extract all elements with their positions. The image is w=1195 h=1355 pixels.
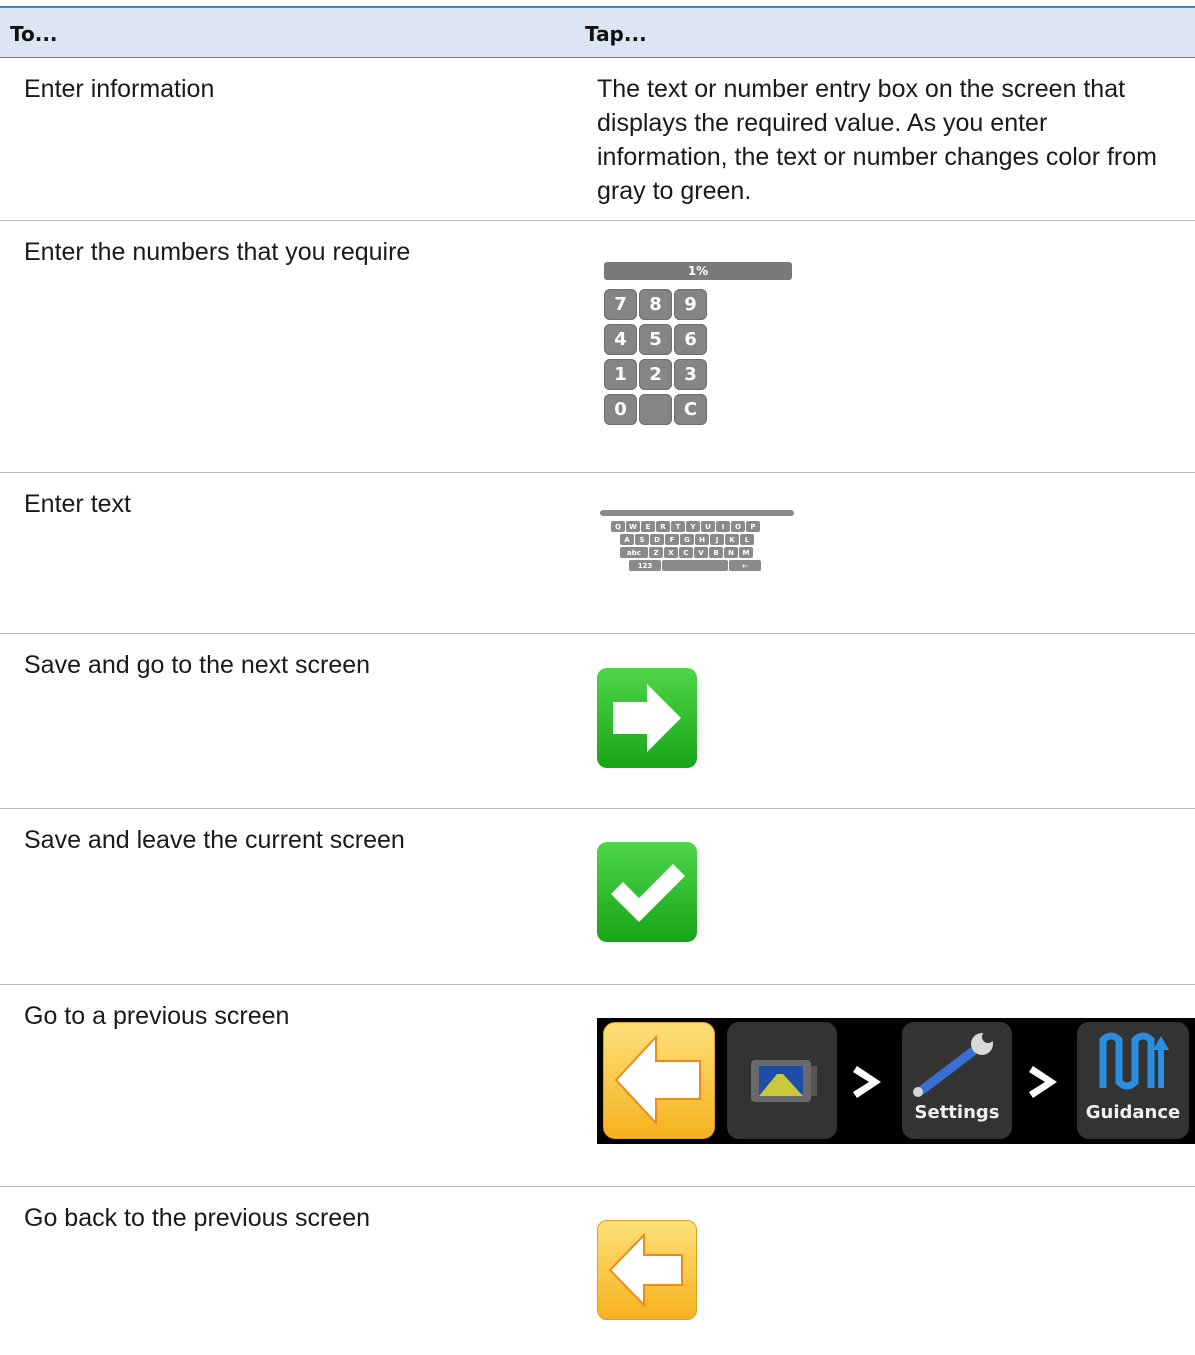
key-i[interactable]: I xyxy=(716,521,730,532)
header-to: To... xyxy=(10,22,58,46)
display-device-icon xyxy=(751,1060,817,1102)
table-row: Enter text xyxy=(0,473,1195,634)
key-k[interactable]: K xyxy=(725,534,739,545)
table-row: Enter information The text or number ent… xyxy=(0,58,1195,221)
key-y[interactable]: Y xyxy=(686,521,700,532)
key-6[interactable]: 6 xyxy=(674,324,707,355)
green-checkmark-icon xyxy=(611,864,685,922)
key-2[interactable]: 2 xyxy=(639,359,672,390)
keyboard-row-4: 123 ← xyxy=(629,560,796,571)
key-5[interactable]: 5 xyxy=(639,324,672,355)
key-b[interactable]: B xyxy=(709,547,723,558)
keypad-grid: 7 8 9 4 5 6 1 2 3 0 C xyxy=(604,289,794,425)
keyboard-row-1: Q W E R T Y U I O P xyxy=(611,521,796,532)
key-m[interactable]: M xyxy=(739,547,753,558)
key-abc[interactable]: abc xyxy=(620,547,648,558)
key-o[interactable]: O xyxy=(731,521,745,532)
key-8[interactable]: 8 xyxy=(639,289,672,320)
key-u[interactable]: U xyxy=(701,521,715,532)
key-s[interactable]: S xyxy=(635,534,649,545)
key-3[interactable]: 3 xyxy=(674,359,707,390)
breadcrumb-back-button[interactable] xyxy=(603,1022,715,1139)
breadcrumb-settings-item[interactable]: Settings xyxy=(902,1022,1012,1139)
key-t[interactable]: T xyxy=(671,521,685,532)
row-action-label: Enter text xyxy=(24,490,131,518)
key-h[interactable]: H xyxy=(695,534,709,545)
key-z[interactable]: Z xyxy=(649,547,663,558)
row-action-label: Enter information xyxy=(24,75,215,103)
breadcrumb-guidance-label: Guidance xyxy=(1085,1102,1181,1123)
keyboard-input-bar xyxy=(600,510,794,516)
text-keyboard[interactable]: Q W E R T Y U I O P A S D F G H J K L ab… xyxy=(600,510,796,571)
key-q[interactable]: Q xyxy=(611,521,625,532)
row-action-label: Save and go to the next screen xyxy=(24,651,371,679)
key-j[interactable]: J xyxy=(710,534,724,545)
numeric-keypad[interactable]: 1% 7 8 9 4 5 6 1 2 3 0 C xyxy=(604,262,794,425)
table-header: To... Tap... xyxy=(0,6,1195,58)
wrench-icon xyxy=(913,1031,994,1097)
save-button[interactable] xyxy=(597,842,697,942)
key-123[interactable]: 123 xyxy=(629,560,661,571)
key-g[interactable]: G xyxy=(680,534,694,545)
key-1[interactable]: 1 xyxy=(604,359,637,390)
key-decimal-blank[interactable] xyxy=(639,394,672,425)
key-d[interactable]: D xyxy=(650,534,664,545)
key-4[interactable]: 4 xyxy=(604,324,637,355)
keyboard-row-2: A S D F G H J K L xyxy=(620,534,796,545)
keyboard-row-3: abc Z X C V B N M xyxy=(620,547,796,558)
row-tap-text: The text or number entry box on the scre… xyxy=(597,75,1157,205)
row-action-label: Enter the numbers that you require xyxy=(24,238,411,266)
key-space[interactable] xyxy=(662,560,728,571)
key-7[interactable]: 7 xyxy=(604,289,637,320)
key-e[interactable]: E xyxy=(641,521,655,532)
instructions-table: To... Tap... Enter information The text … xyxy=(0,0,1195,1355)
chevron-right-icon xyxy=(853,1066,881,1098)
header-tap: Tap... xyxy=(585,22,647,46)
key-enter[interactable]: ← xyxy=(729,560,761,571)
guidance-pattern-icon xyxy=(1099,1032,1169,1090)
key-a[interactable]: A xyxy=(620,534,634,545)
key-c[interactable]: C xyxy=(679,547,693,558)
next-screen-button[interactable] xyxy=(597,668,697,768)
green-right-arrow-icon xyxy=(613,684,681,752)
key-0[interactable]: 0 xyxy=(604,394,637,425)
back-button[interactable] xyxy=(597,1220,697,1320)
breadcrumb-settings-label: Settings xyxy=(914,1102,1000,1123)
key-clear[interactable]: C xyxy=(674,394,707,425)
key-x[interactable]: X xyxy=(664,547,678,558)
back-arrow-icon xyxy=(614,1034,701,1126)
breadcrumb-guidance-item[interactable]: Guidance xyxy=(1077,1022,1189,1139)
key-f[interactable]: F xyxy=(665,534,679,545)
key-l[interactable]: L xyxy=(740,534,754,545)
key-p[interactable]: P xyxy=(746,521,760,532)
row-action-label: Go back to the previous screen xyxy=(24,1204,371,1232)
yellow-left-arrow-icon xyxy=(608,1232,683,1308)
breadcrumb: Settings Guidance xyxy=(597,1018,1195,1144)
key-9[interactable]: 9 xyxy=(674,289,707,320)
key-r[interactable]: R xyxy=(656,521,670,532)
breadcrumb-home-item[interactable] xyxy=(727,1022,837,1139)
keypad-display: 1% xyxy=(604,262,792,280)
row-action-label: Go to a previous screen xyxy=(24,1002,290,1030)
chevron-right-icon xyxy=(1029,1066,1057,1098)
table-row: Enter the numbers that you require xyxy=(0,221,1195,473)
key-w[interactable]: W xyxy=(626,521,640,532)
row-action-label: Save and leave the current screen xyxy=(24,826,405,854)
key-n[interactable]: N xyxy=(724,547,738,558)
key-v[interactable]: V xyxy=(694,547,708,558)
